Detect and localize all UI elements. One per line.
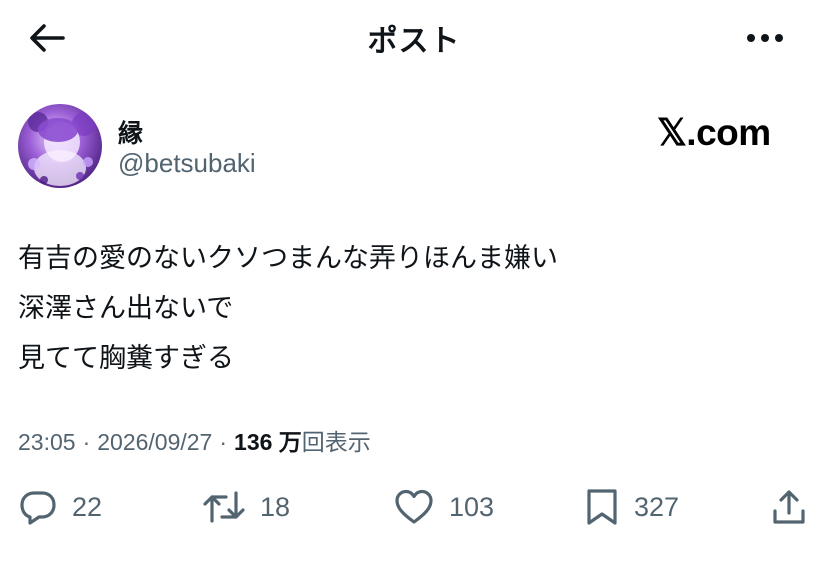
top-bar: ポスト [0, 0, 828, 76]
reply-icon [20, 491, 56, 525]
tweet-text: 有吉の愛のないクソつまんな弄りほんま嫌い 深澤さん出ないで 見てて胸糞すぎる [18, 234, 798, 384]
reply-button[interactable]: 22 [18, 482, 102, 532]
more-options-button[interactable] [740, 18, 790, 58]
tweet-line: 深澤さん出ないで [18, 293, 234, 324]
tweet-meta: 23:05 · 2026/09/27 · 136 万回表示 [18, 423, 371, 457]
more-horizontal-icon [747, 34, 783, 42]
page-title: ポスト [367, 24, 461, 59]
bookmark-count: 327 [634, 491, 680, 522]
like-button[interactable]: 103 [393, 482, 494, 532]
reply-count: 22 [72, 491, 103, 522]
bookmark-icon [587, 489, 617, 525]
bookmark-button[interactable]: 327 [584, 482, 679, 532]
tweet-date[interactable]: 2026/09/27 [97, 429, 212, 455]
retweet-button[interactable]: 18 [202, 482, 290, 532]
retweet-count: 18 [260, 491, 291, 522]
share-icon [773, 490, 805, 524]
share-button[interactable] [770, 482, 808, 532]
views-label: 回表示 [301, 429, 371, 455]
tweet-line: 有吉の愛のないクソつまんな弄りほんま嫌い [18, 243, 558, 274]
separator: · [219, 429, 228, 455]
avatar-image [18, 104, 102, 188]
views-count: 136 万 [234, 429, 302, 455]
display-name[interactable]: 縁 [118, 114, 143, 150]
tweet-line: 見てて胸糞すぎる [18, 343, 234, 374]
heart-icon [395, 489, 433, 524]
action-bar: 22 18 103 327 [0, 482, 828, 532]
watermark-text: 𝕏.com [657, 111, 771, 153]
user-handle[interactable]: @betsubaki [118, 148, 256, 179]
tweet-time[interactable]: 23:05 [18, 429, 76, 455]
x-watermark: 𝕏.com [657, 110, 771, 154]
retweet-icon [203, 491, 245, 523]
like-count: 103 [449, 491, 495, 522]
separator: · [82, 429, 91, 455]
avatar[interactable] [18, 104, 102, 188]
